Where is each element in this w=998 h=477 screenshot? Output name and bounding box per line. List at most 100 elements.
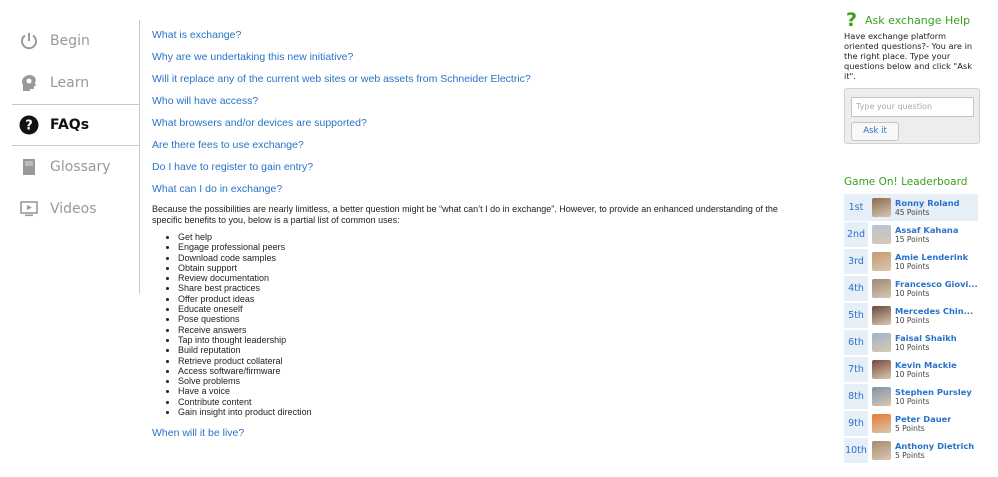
leaderboard-user-name[interactable]: Stephen Pursley	[895, 387, 972, 397]
list-item: Download code samples	[178, 253, 792, 263]
leaderboard-row[interactable]: 2nd Assaf Kahana 15 Points	[844, 221, 978, 248]
leaderboard-points: 10 Points	[895, 343, 930, 352]
list-item: Receive answers	[178, 325, 792, 335]
list-item: Offer product ideas	[178, 294, 792, 304]
leaderboard-points: 10 Points	[895, 397, 930, 406]
list-item: Engage professional peers	[178, 242, 792, 252]
leaderboard-user-info: Ronny Roland 45 Points	[895, 198, 960, 217]
leaderboard-user-name[interactable]: Francesco Giovi...	[895, 279, 978, 289]
faq-question-link[interactable]: Why are we undertaking this new initiati…	[152, 50, 792, 72]
avatar[interactable]	[872, 225, 891, 244]
help-header: ? Ask exchange Help	[844, 9, 980, 31]
leaderboard-user-name[interactable]: Ronny Roland	[895, 198, 960, 208]
nav-item-label: Begin	[50, 33, 90, 49]
answer-intro-text: Because the possibilities are nearly lim…	[152, 204, 778, 225]
avatar[interactable]	[872, 414, 891, 433]
help-panel: ? Ask exchange Help Have exchange platfo…	[844, 9, 980, 144]
leaderboard-user-name[interactable]: Mercedes Chin...	[895, 306, 973, 316]
leaderboard-user-name[interactable]: Assaf Kahana	[895, 225, 958, 235]
avatar[interactable]	[872, 306, 891, 325]
leaderboard-user-info: Assaf Kahana 15 Points	[895, 225, 958, 244]
avatar[interactable]	[872, 333, 891, 352]
list-item: Share best practices	[178, 283, 792, 293]
list-item: Have a voice	[178, 386, 792, 396]
leaderboard-title: Game On! Leaderboard	[844, 176, 968, 188]
nav-item-label: Learn	[50, 75, 90, 91]
faq-question-link[interactable]: When will it be live?	[152, 426, 792, 448]
leaderboard-row[interactable]: 4th Francesco Giovi... 10 Points	[844, 275, 978, 302]
leaderboard-row[interactable]: 9th Peter Dauer 5 Points	[844, 410, 978, 437]
faq-question-link[interactable]: What can I do in exchange?	[152, 182, 792, 204]
leaderboard-user-info: Kevin Mackie 10 Points	[895, 360, 957, 379]
leaderboard-rank: 2nd	[844, 222, 868, 247]
question-input[interactable]	[851, 96, 974, 117]
leaderboard-row[interactable]: 6th Faisal Shaikh 10 Points	[844, 329, 978, 356]
leaderboard-rank: 6th	[844, 330, 868, 355]
faq-question-link[interactable]: Are there fees to use exchange?	[152, 138, 792, 160]
leaderboard-rank: 5th	[844, 303, 868, 328]
leaderboard-row[interactable]: 7th Kevin Mackie 10 Points	[844, 356, 978, 383]
nav-item-begin[interactable]: Begin	[12, 20, 140, 62]
leaderboard-user-info: Anthony Dietrich 5 Points	[895, 441, 974, 460]
leaderboard-user-name[interactable]: Kevin Mackie	[895, 360, 957, 370]
book-icon	[18, 156, 40, 178]
help-description: Have exchange platform oriented question…	[844, 31, 973, 81]
nav-item-label: Glossary	[50, 159, 111, 175]
list-item: Contribute content	[178, 397, 792, 407]
leaderboard-row[interactable]: 8th Stephen Pursley 10 Points	[844, 383, 978, 410]
leaderboard-points: 10 Points	[895, 289, 930, 298]
avatar[interactable]	[872, 198, 891, 217]
leaderboard-user-name[interactable]: Amie Lenderink	[895, 252, 968, 262]
faq-question-link[interactable]: What browsers and/or devices are support…	[152, 116, 792, 138]
leaderboard-user-name[interactable]: Peter Dauer	[895, 414, 951, 424]
leaderboard-user-name[interactable]: Faisal Shaikh	[895, 333, 957, 343]
list-item: Gain insight into product direction	[178, 407, 792, 417]
faq-question-link[interactable]: Who will have access?	[152, 94, 792, 116]
faq-question-link[interactable]: What is exchange?	[152, 28, 792, 50]
leaderboard-row[interactable]: 3rd Amie Lenderink 10 Points	[844, 248, 978, 275]
leaderboard-row[interactable]: 1st Ronny Roland 45 Points	[844, 194, 978, 221]
leaderboard-points: 15 Points	[895, 235, 930, 244]
nav-item-glossary[interactable]: Glossary	[12, 146, 140, 188]
avatar[interactable]	[872, 252, 891, 271]
nav-item-label: Videos	[50, 201, 97, 217]
faq-question-link[interactable]: Will it replace any of the current web s…	[152, 72, 792, 94]
leaderboard-rows: 1st Ronny Roland 45 Points 2nd Assaf Kahana 1…	[844, 194, 978, 464]
leaderboard-rank: 1st	[844, 195, 868, 220]
question-mark-icon: ?	[846, 9, 858, 31]
faq-question-link[interactable]: Do I have to register to gain entry?	[152, 160, 792, 182]
list-item: Retrieve product collateral	[178, 356, 792, 366]
avatar[interactable]	[872, 387, 891, 406]
leaderboard-points: 10 Points	[895, 262, 930, 271]
side-nav: Begin Learn ? FAQs Glossary Videos	[12, 20, 140, 230]
leaderboard-points: 5 Points	[895, 424, 925, 433]
avatar[interactable]	[872, 360, 891, 379]
leaderboard-rank: 9th	[844, 411, 868, 436]
nav-item-videos[interactable]: Videos	[12, 188, 140, 230]
leaderboard-rank: 10th	[844, 438, 868, 463]
leaderboard-user-info: Peter Dauer 5 Points	[895, 414, 951, 433]
leaderboard-rank: 3rd	[844, 249, 868, 274]
list-item: Pose questions	[178, 314, 792, 324]
leaderboard-user-info: Stephen Pursley 10 Points	[895, 387, 972, 406]
nav-item-faqs[interactable]: ? FAQs	[12, 104, 140, 146]
ask-it-button[interactable]: Ask it	[851, 121, 899, 141]
avatar[interactable]	[872, 279, 891, 298]
help-title: Ask exchange Help	[865, 13, 971, 27]
leaderboard-user-info: Francesco Giovi... 10 Points	[895, 279, 978, 298]
leaderboard-rank: 7th	[844, 357, 868, 382]
leaderboard-row[interactable]: 5th Mercedes Chin... 10 Points	[844, 302, 978, 329]
leaderboard-points: 45 Points	[895, 208, 930, 217]
nav-item-label: FAQs	[50, 117, 90, 133]
leaderboard-points: 10 Points	[895, 370, 930, 379]
list-item: Access software/firmware	[178, 366, 792, 376]
leaderboard-rank: 8th	[844, 384, 868, 409]
leaderboard-user-info: Mercedes Chin... 10 Points	[895, 306, 973, 325]
nav-item-learn[interactable]: Learn	[12, 62, 140, 104]
leaderboard-user-name[interactable]: Anthony Dietrich	[895, 441, 974, 451]
avatar[interactable]	[872, 441, 891, 460]
head-gear-icon	[18, 72, 40, 94]
list-item: Educate oneself	[178, 304, 792, 314]
list-item: Build reputation	[178, 345, 792, 355]
leaderboard-row[interactable]: 10th Anthony Dietrich 5 Points	[844, 437, 978, 464]
